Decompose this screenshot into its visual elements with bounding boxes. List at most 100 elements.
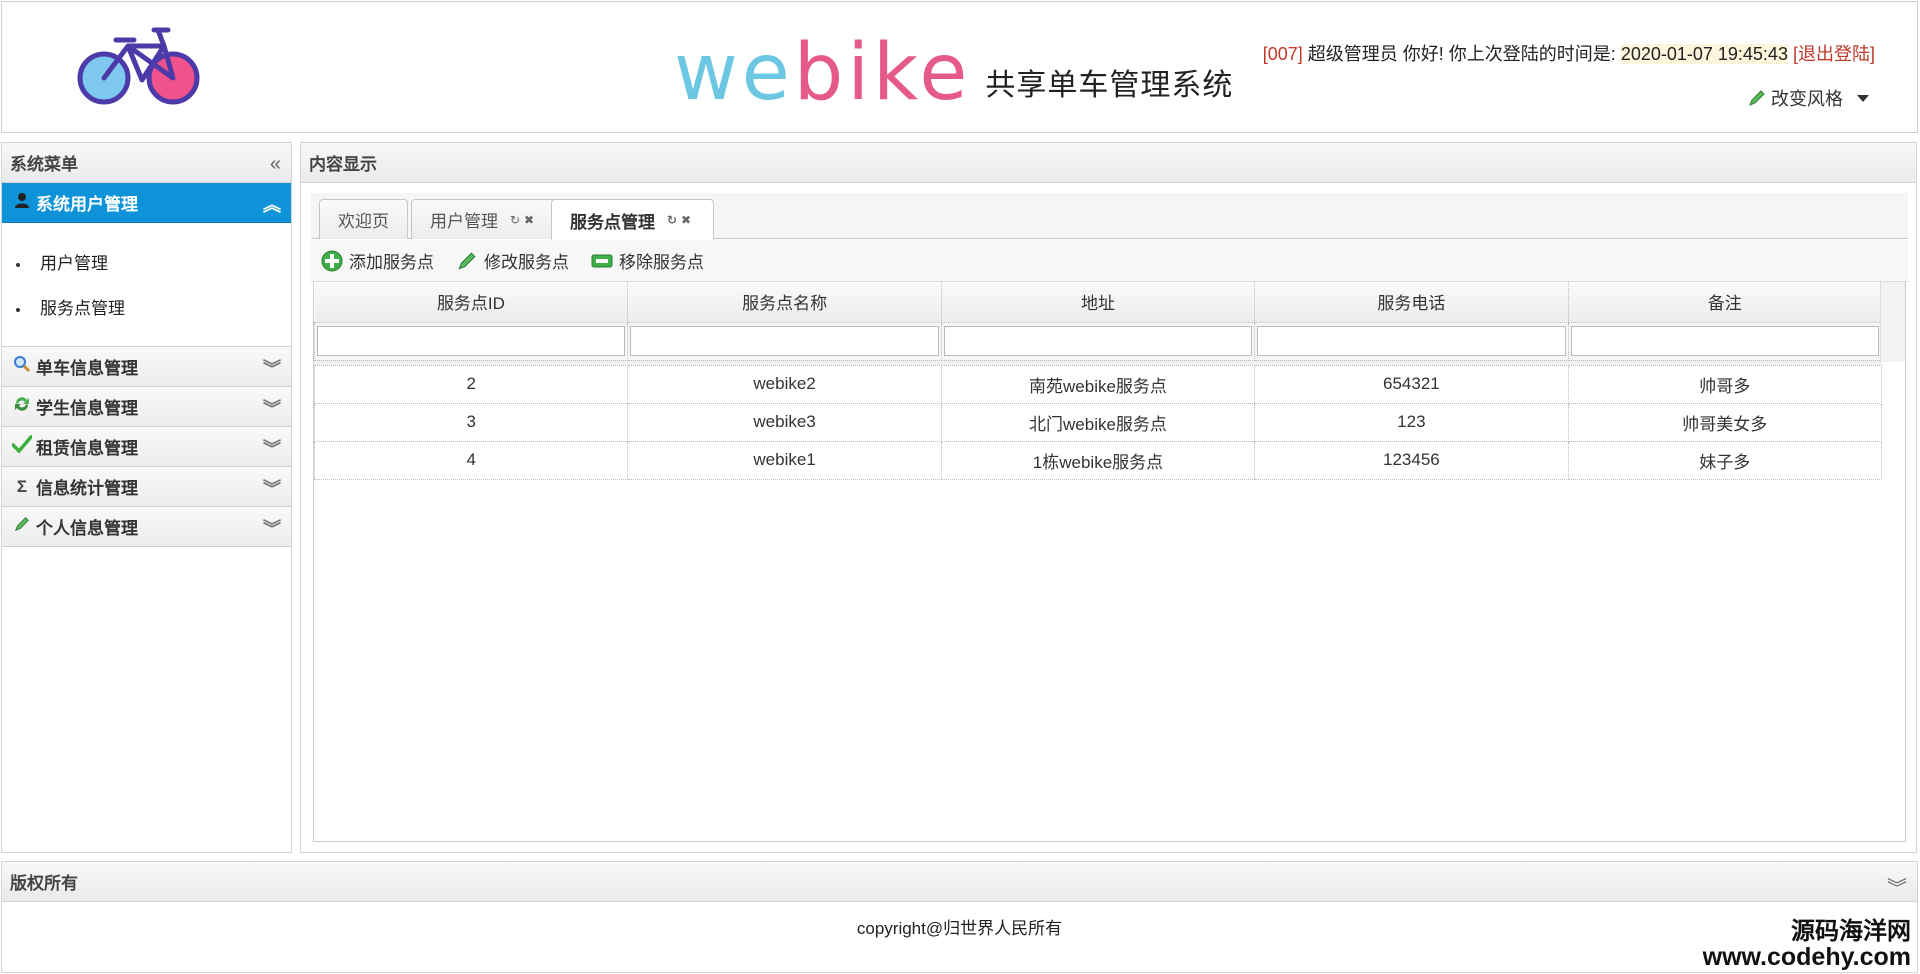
- chevron-down-icon[interactable]: ︾: [263, 355, 281, 381]
- tab-refresh-close-icon[interactable]: ↻✖: [667, 213, 695, 227]
- footer-header: 版权所有 ︾: [2, 862, 1917, 902]
- accordion-student-info[interactable]: 学生信息管理 ︾: [2, 387, 291, 427]
- tab-service-point-management[interactable]: 服务点管理 ↻✖: [551, 199, 715, 240]
- filter-row: [313, 321, 1883, 361]
- footer: 版权所有 ︾ copyright@归世界人民所有 源码海洋网 www.codeh…: [1, 861, 1918, 973]
- edit-service-point-button[interactable]: 修改服务点: [456, 248, 569, 273]
- pencil-icon: [458, 252, 476, 270]
- accordion-label: 信息统计管理: [36, 479, 138, 498]
- add-service-point-button[interactable]: 添加服务点: [321, 248, 434, 273]
- chevron-down-icon[interactable]: ︾: [263, 435, 281, 461]
- cell-id: 4: [313, 440, 629, 480]
- filter-input-name[interactable]: [630, 326, 939, 356]
- filter-input-phone[interactable]: [1257, 326, 1566, 356]
- collapse-left-icon[interactable]: «: [270, 153, 281, 176]
- cell-id: 2: [313, 364, 629, 404]
- data-grid: 服务点ID 服务点名称 地址 服务电话 备注 2 webike2 南苑webik…: [313, 282, 1906, 842]
- edit-label: 修改服务点: [484, 253, 569, 272]
- logout-link[interactable]: [退出登陆]: [1793, 44, 1875, 64]
- search-icon: [12, 355, 32, 378]
- accordion-label: 单车信息管理: [36, 359, 138, 378]
- cell-address: 1栋webike服务点: [940, 440, 1256, 480]
- column-header[interactable]: 服务电话: [1254, 282, 1569, 323]
- cell-phone: 123456: [1254, 440, 1569, 480]
- chevron-up-icon[interactable]: ︽: [263, 191, 281, 217]
- brand: webike 共享单车管理系统: [674, 22, 1233, 112]
- cell-remark: 妹子多: [1567, 440, 1883, 480]
- accordion-personal-info[interactable]: 个人信息管理 ︾: [2, 507, 291, 547]
- sidebar-item-label: 用户管理: [40, 254, 108, 273]
- tab-welcome[interactable]: 欢迎页: [319, 199, 408, 239]
- add-label: 添加服务点: [349, 253, 434, 272]
- content-title: 内容显示: [309, 155, 377, 174]
- service-point-table: 服务点ID 服务点名称 地址 服务电话 备注 2 webike2 南苑webik…: [313, 282, 1883, 480]
- sidebar-item-user-management[interactable]: 用户管理: [2, 241, 291, 286]
- table-row[interactable]: 2 webike2 南苑webike服务点 654321 帅哥多: [313, 364, 1883, 404]
- brand-subtitle: 共享单车管理系统: [985, 68, 1234, 103]
- cell-name: webike1: [627, 440, 942, 480]
- tab-label: 用户管理: [430, 212, 498, 231]
- theme-label: 改变风格: [1771, 89, 1843, 109]
- user-greeting: 超级管理员 你好! 你上次登陆的时间是:: [1307, 44, 1616, 64]
- accordion-bike-info[interactable]: 单车信息管理 ︾: [2, 347, 291, 387]
- change-theme-dropdown[interactable]: 改变风格: [1747, 85, 1869, 111]
- sidebar: 系统菜单 « 系统用户管理 ︽ 用户管理 服务点管理 单车信息管理 ︾ 学生信息…: [1, 142, 292, 853]
- accordion-label: 租赁信息管理: [36, 439, 138, 458]
- user-icon: [12, 192, 32, 213]
- pencil-icon: [12, 515, 32, 538]
- column-header[interactable]: 服务点ID: [314, 282, 629, 323]
- cell-id: 3: [313, 402, 629, 442]
- remove-label: 移除服务点: [619, 253, 704, 272]
- content-header: 内容显示: [301, 143, 1916, 183]
- table-row[interactable]: 3 webike3 北门webike服务点 123 帅哥美女多: [313, 402, 1883, 442]
- cell-address: 南苑webike服务点: [940, 364, 1256, 404]
- accordion-statistics[interactable]: Σ 信息统计管理 ︾: [2, 467, 291, 507]
- filter-input-address[interactable]: [943, 326, 1253, 356]
- watermark-bottom: www.codehy.com: [1702, 942, 1911, 971]
- tab-refresh-close-icon[interactable]: ↻✖: [510, 213, 538, 227]
- user-id: [007]: [1262, 44, 1303, 64]
- last-login-time: 2020-01-07 19:45:43: [1620, 44, 1788, 64]
- remove-service-point-button[interactable]: 移除服务点: [591, 248, 704, 273]
- cell-phone: 654321: [1254, 364, 1569, 404]
- user-info: [007] 超级管理员 你好! 你上次登陆的时间是: 2020-01-07 19…: [1263, 40, 1875, 66]
- chevron-down-icon[interactable]: ︾: [263, 515, 281, 541]
- sidebar-item-label: 服务点管理: [40, 299, 125, 318]
- sidebar-item-service-point-management[interactable]: 服务点管理: [2, 286, 291, 331]
- chevron-down-icon[interactable]: ︾: [1887, 872, 1907, 901]
- checkmark-icon: [11, 435, 33, 458]
- column-header[interactable]: 备注: [1568, 282, 1883, 323]
- tab-bar: 欢迎页 用户管理 ↻✖ 服务点管理 ↻✖: [311, 193, 1908, 240]
- column-header[interactable]: 地址: [941, 282, 1256, 323]
- sidebar-title: 系统菜单: [10, 155, 78, 174]
- cell-remark: 帅哥多: [1567, 364, 1883, 404]
- cell-phone: 123: [1254, 402, 1569, 442]
- sidebar-header: 系统菜单 «: [2, 143, 291, 183]
- remove-icon: [591, 254, 613, 267]
- content-panel: 内容显示 欢迎页 用户管理 ↻✖ 服务点管理 ↻✖ 添加服务点 修改服务点 移除…: [300, 142, 1917, 853]
- watermark: 源码海洋网 www.codehy.com: [1702, 916, 1911, 971]
- cell-remark: 帅哥美女多: [1567, 402, 1883, 442]
- filter-input-remark[interactable]: [1570, 326, 1879, 356]
- add-icon: [321, 250, 343, 271]
- column-header[interactable]: 服务点名称: [627, 282, 942, 323]
- chevron-down-icon[interactable]: ︾: [263, 395, 281, 421]
- cell-name: webike2: [627, 364, 942, 404]
- pencil-icon: [1749, 90, 1765, 106]
- accordion-system-user-management[interactable]: 系统用户管理 ︽: [2, 183, 291, 223]
- header: webike 共享单车管理系统 [007] 超级管理员 你好! 你上次登陆的时间…: [1, 1, 1918, 133]
- toolbar: 添加服务点 修改服务点 移除服务点: [311, 240, 1908, 282]
- watermark-top: 源码海洋网: [1791, 916, 1911, 945]
- chevron-down-icon[interactable]: ︾: [263, 475, 281, 501]
- accordion-rental-info[interactable]: 租赁信息管理 ︾: [2, 427, 291, 467]
- sigma-icon: Σ: [16, 476, 28, 496]
- tab-user-management[interactable]: 用户管理 ↻✖: [411, 199, 558, 239]
- accordion-body: 用户管理 服务点管理: [2, 223, 291, 347]
- bicycle-logo-icon: [77, 27, 200, 105]
- footer-title: 版权所有: [10, 874, 78, 893]
- tab-label: 欢迎页: [338, 212, 389, 231]
- cell-address: 北门webike服务点: [940, 402, 1256, 442]
- table-row[interactable]: 4 webike1 1栋webike服务点 123456 妹子多: [313, 440, 1883, 480]
- caret-down-icon: [1857, 94, 1869, 102]
- filter-input-id[interactable]: [317, 326, 626, 356]
